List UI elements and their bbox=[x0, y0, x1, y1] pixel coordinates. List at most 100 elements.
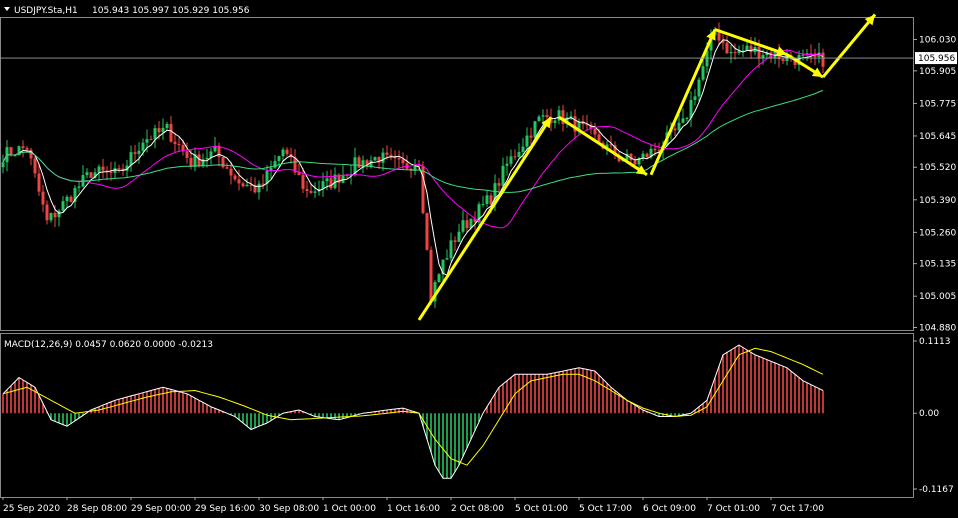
candle-body bbox=[49, 213, 53, 221]
trend-arrow-head bbox=[775, 46, 787, 56]
candle-body bbox=[61, 201, 65, 211]
candle-body bbox=[233, 175, 237, 180]
candle-body bbox=[69, 196, 73, 202]
candle-body bbox=[257, 183, 261, 193]
price-tick-label: 106.030 bbox=[919, 36, 956, 46]
candle-body bbox=[221, 157, 225, 168]
candle-body bbox=[385, 152, 389, 155]
time-label: 5 Oct 17:00 bbox=[579, 504, 632, 514]
candle-body bbox=[525, 135, 529, 147]
candle-body bbox=[801, 54, 805, 56]
candle-body bbox=[305, 188, 309, 191]
candle-body bbox=[37, 173, 41, 192]
macd-lines-group bbox=[2, 344, 824, 479]
candle-body bbox=[145, 139, 149, 143]
macd-line bbox=[2, 344, 824, 479]
ma-mid-line bbox=[2, 49, 824, 229]
candle-body bbox=[513, 156, 517, 158]
time-label: 6 Oct 09:00 bbox=[643, 504, 696, 514]
candle-body bbox=[397, 158, 401, 160]
candle-body bbox=[117, 168, 121, 170]
candle-body bbox=[389, 154, 393, 157]
current-price-label: 105.956 bbox=[918, 54, 955, 64]
ma-fast-line bbox=[2, 39, 824, 276]
candle-body bbox=[205, 157, 209, 160]
ohlc-readout: 105.943 105.997 105.929 105.956 bbox=[92, 6, 250, 16]
ma-slow-line bbox=[2, 89, 824, 193]
candle-body bbox=[553, 120, 557, 123]
candle-body bbox=[457, 231, 461, 242]
candle-body bbox=[341, 174, 345, 183]
trend-arrow-line bbox=[417, 116, 553, 321]
candle-body bbox=[633, 160, 637, 165]
candle-body bbox=[53, 213, 57, 218]
candle-body bbox=[781, 59, 785, 62]
macd-panel-frame bbox=[0, 333, 914, 498]
chart-menu-icon[interactable] bbox=[4, 7, 10, 11]
candle-body bbox=[497, 183, 501, 186]
price-tick-label: 105.390 bbox=[919, 196, 956, 206]
candle-body bbox=[133, 152, 137, 154]
candle-body bbox=[509, 156, 513, 164]
price-tick-label: 105.775 bbox=[919, 99, 956, 109]
candle-body bbox=[129, 152, 133, 166]
candle-body bbox=[373, 157, 377, 161]
candle-body bbox=[521, 146, 525, 152]
macd-title: MACD(12,26,9) 0.0457 0.0620 0.0000 -0.02… bbox=[4, 340, 213, 350]
candle-body bbox=[245, 184, 249, 187]
candle-body bbox=[485, 195, 489, 204]
candle-body bbox=[77, 186, 81, 188]
candle-body bbox=[449, 240, 453, 259]
symbol-title: USDJPY.Sta,H1 bbox=[14, 6, 78, 16]
candle-body bbox=[273, 161, 277, 168]
trend-arrow-line bbox=[558, 115, 648, 177]
candle-body bbox=[593, 128, 597, 135]
candle-body bbox=[261, 183, 265, 185]
candle-body bbox=[465, 220, 469, 229]
candle-body bbox=[401, 159, 405, 164]
time-label: 29 Sep 16:00 bbox=[195, 504, 255, 514]
trend-arrow-line bbox=[821, 13, 877, 79]
price-tick-label: 105.520 bbox=[919, 163, 956, 173]
candle-body bbox=[329, 178, 333, 189]
candle-body bbox=[357, 157, 361, 168]
candle-body bbox=[517, 151, 521, 157]
candle-body bbox=[169, 124, 173, 142]
candle-body bbox=[185, 151, 189, 158]
candle-body bbox=[301, 174, 305, 189]
candle-body bbox=[445, 258, 449, 260]
time-label: 1 Oct 16:00 bbox=[387, 504, 440, 514]
candle-body bbox=[545, 115, 549, 118]
candle-body bbox=[309, 190, 313, 193]
candle-body bbox=[277, 156, 281, 162]
candle-body bbox=[453, 240, 457, 242]
signal-line bbox=[2, 347, 824, 466]
candle-body bbox=[697, 79, 701, 97]
candle-body bbox=[321, 181, 325, 189]
candle-body bbox=[237, 179, 241, 184]
candle-body bbox=[677, 122, 681, 131]
candle-body bbox=[749, 45, 753, 53]
trend-arrow-line bbox=[649, 28, 717, 176]
axes-group: 106.030 105.905 105.775 105.645 105.520 105.3… bbox=[0, 36, 957, 514]
candle-body bbox=[313, 191, 317, 193]
price-chart[interactable]: USDJPY.Sta,H1 105.943 105.997 105.929 10… bbox=[0, 0, 958, 518]
candle-body bbox=[65, 196, 69, 202]
time-label: 30 Sep 08:00 bbox=[259, 504, 319, 514]
candle-body bbox=[149, 139, 153, 141]
candle-body bbox=[9, 147, 13, 156]
macd-tick-label: 0.00 bbox=[919, 409, 939, 419]
price-tick-label: 105.260 bbox=[919, 228, 956, 238]
candle-body bbox=[541, 115, 545, 117]
price-tick-label: 105.135 bbox=[919, 260, 956, 270]
candle-body bbox=[229, 168, 233, 176]
price-tick-label: 105.905 bbox=[919, 67, 956, 77]
candle-body bbox=[25, 147, 29, 150]
candle-body bbox=[641, 153, 645, 158]
candle-body bbox=[161, 127, 165, 133]
candle-body bbox=[285, 149, 289, 154]
candle-body bbox=[501, 165, 505, 186]
price-panel-frame bbox=[0, 17, 914, 331]
time-label: 5 Oct 01:00 bbox=[515, 504, 568, 514]
time-label: 29 Sep 00:00 bbox=[131, 504, 191, 514]
